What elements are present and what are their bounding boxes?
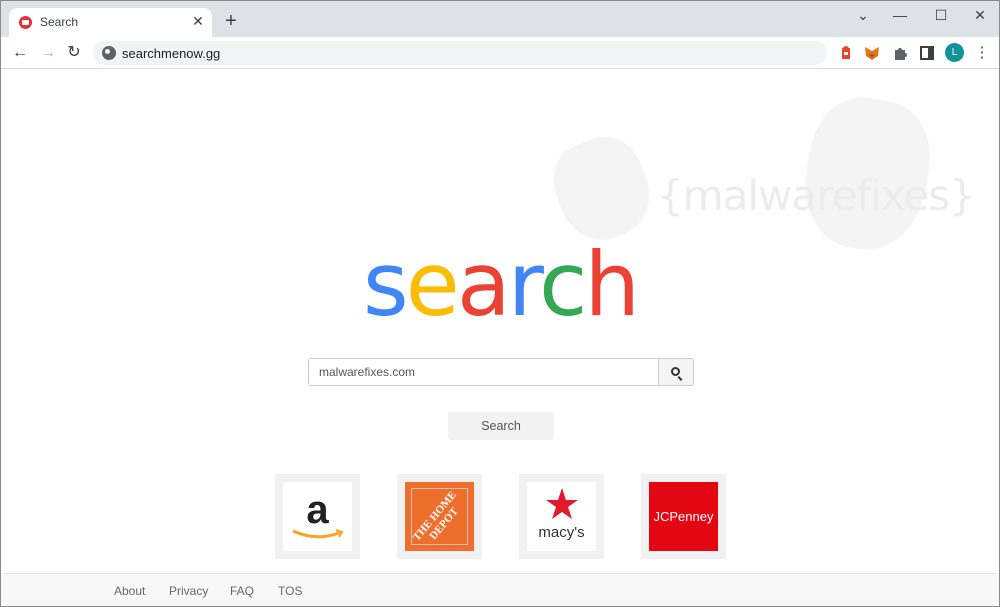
menu-icon[interactable]: ⋮ [971,42,993,64]
back-button[interactable]: ← [9,42,31,64]
browser-toolbar: ← → ↻ searchmenow.gg L ⋮ [1,37,999,69]
logo-letter: e [405,233,460,336]
tile-jcpenney[interactable]: JCPenney [641,474,726,559]
amazon-logo-icon: a [283,482,352,551]
search-button[interactable]: Search [448,412,554,440]
puzzle-extensions-icon[interactable] [891,44,909,62]
forward-button[interactable]: → [37,42,59,64]
maximize-button[interactable]: ☐ [927,5,955,25]
search-form [308,358,694,386]
url-text[interactable]: searchmenow.gg [122,46,220,61]
footer-link-faq[interactable]: FAQ [230,584,254,598]
globe-icon [102,46,116,60]
jcpenney-logo-icon: JCPenney [649,482,718,551]
macys-logo-icon: macy's [527,482,596,551]
watermark-text: {malwarefixes} [657,171,976,220]
minimize-button[interactable]: — [886,5,914,25]
address-bar[interactable]: searchmenow.gg [93,41,827,65]
footer-link-privacy[interactable]: Privacy [169,584,208,598]
logo-letter: r [507,233,542,336]
macys-star-icon [546,488,578,519]
tile-macys[interactable]: macy's [519,474,604,559]
magnifier-icon [671,367,680,376]
metamask-fox-icon[interactable] [863,44,881,62]
tile-home-depot[interactable]: THE HOME DEPOT [397,474,482,559]
logo-letter: s [362,233,409,336]
logo-letter: c [539,233,587,336]
watermark: {malwarefixes} [542,89,976,259]
jcpenney-logo-text: JCPenney [653,509,714,524]
search-submit-button[interactable] [658,358,694,386]
favicon-icon [19,16,32,29]
tab-search[interactable]: Search ✕ [9,8,212,37]
reload-button[interactable]: ↻ [63,42,85,64]
new-tab-button[interactable]: + [221,11,241,31]
profile-avatar[interactable]: L [945,43,964,62]
logo-letter: h [584,233,640,336]
browser-window: Search ✕ + ⌄ — ☐ ✕ ← → ↻ searchmenow.gg … [0,0,1000,607]
tile-amazon[interactable]: a [275,474,360,559]
tab-search-chevron-icon[interactable]: ⌄ [849,5,877,25]
bookmark-pin-icon[interactable] [837,44,855,62]
search-input[interactable] [308,358,659,386]
footer-link-tos[interactable]: TOS [278,584,302,598]
amazon-smile-icon [292,529,344,539]
close-window-button[interactable]: ✕ [966,5,994,25]
side-panel-icon[interactable] [918,44,936,62]
macys-logo-text: macy's [538,524,585,541]
amazon-logo-text: a [306,488,329,532]
tab-strip: Search ✕ + ⌄ — ☐ ✕ [1,1,999,37]
close-tab-icon[interactable]: ✕ [189,12,207,30]
footer: About Privacy FAQ TOS [1,573,999,606]
logo-letter: a [456,233,511,336]
footer-link-about[interactable]: About [114,584,145,598]
home-depot-logo-icon: THE HOME DEPOT [405,482,474,551]
tab-title: Search [40,15,79,29]
search-logo: search [1,235,999,335]
page-content: {malwarefixes} search Search a [1,69,999,606]
